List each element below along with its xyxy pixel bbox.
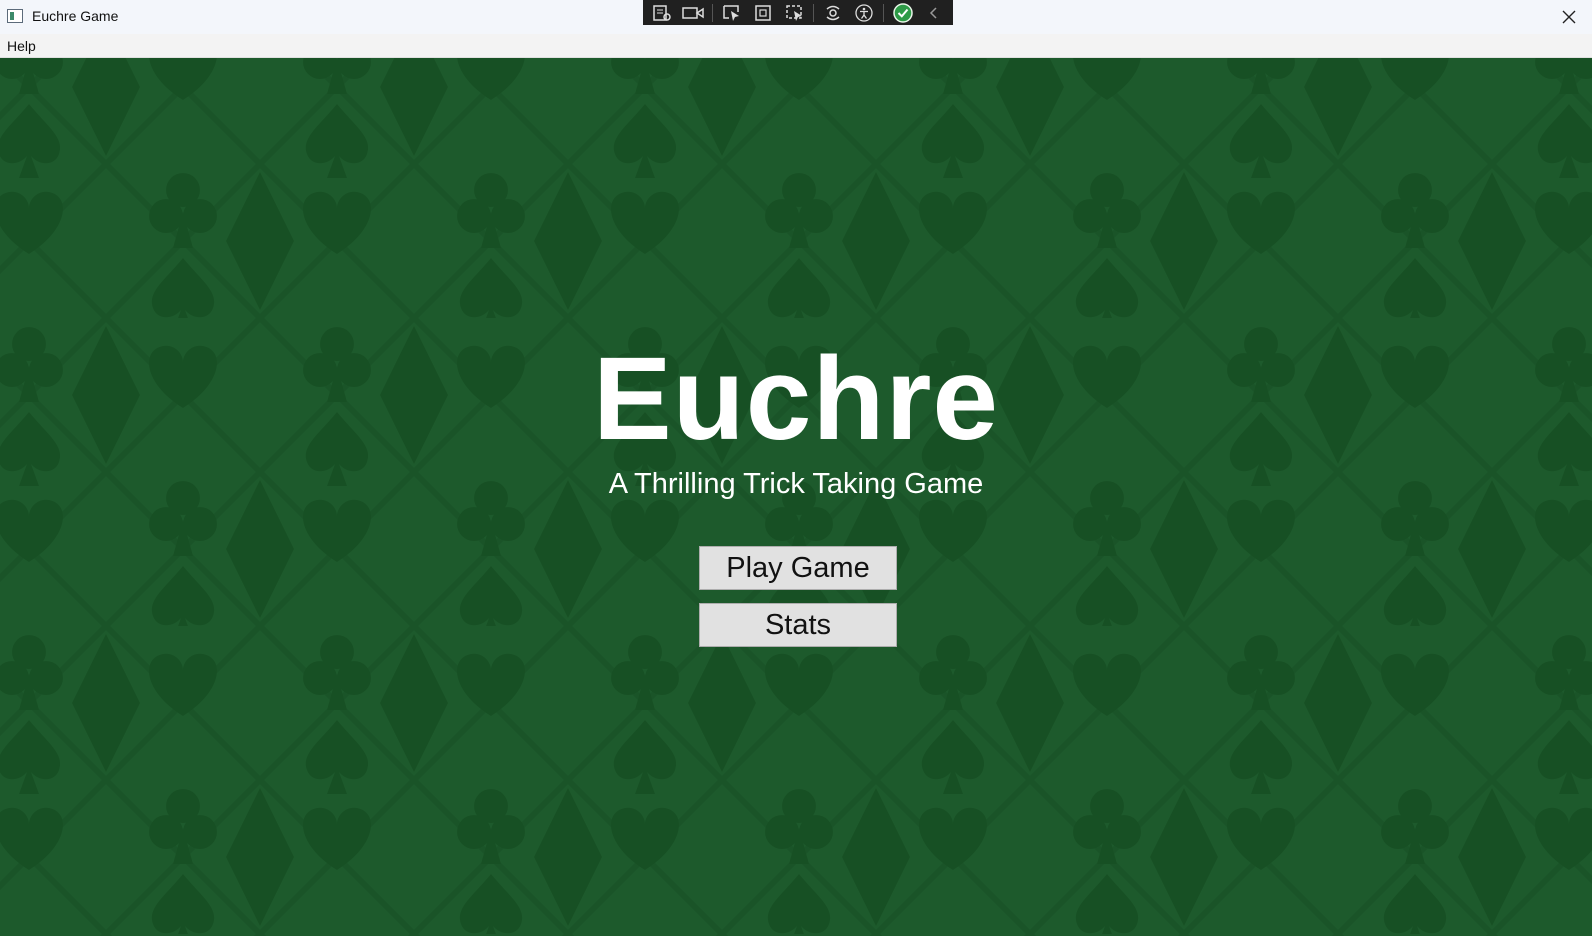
stats-button[interactable]: Stats <box>699 603 897 647</box>
select-element-icon[interactable] <box>719 2 744 24</box>
play-game-button[interactable]: Play Game <box>699 546 897 590</box>
accessibility-icon[interactable] <box>852 2 877 24</box>
toolbar-separator <box>711 3 713 22</box>
track-focus-icon[interactable] <box>782 2 807 24</box>
menu-help[interactable]: Help <box>7 38 36 54</box>
xaml-debug-toolbar <box>643 0 953 25</box>
display-layout-adorners-icon[interactable] <box>750 2 775 24</box>
video-camera-icon[interactable] <box>680 2 705 24</box>
window-title: Euchre Game <box>32 8 119 24</box>
close-button[interactable] <box>1546 0 1592 34</box>
toolbar-separator <box>813 3 815 22</box>
close-icon <box>1562 10 1576 24</box>
title-bar: Euchre Game <box>0 0 1592 34</box>
binding-failures-icon[interactable] <box>820 2 845 24</box>
game-title: Euchre <box>592 333 1000 465</box>
app-icon <box>7 9 23 23</box>
start-screen: Euchre A Thrilling Trick Taking Game Pla… <box>0 58 1592 936</box>
felt-table-background: Euchre A Thrilling Trick Taking Game Pla… <box>0 58 1592 936</box>
collapse-chevron-icon[interactable] <box>922 2 947 24</box>
menu-bar: Help <box>0 34 1592 58</box>
game-subtitle: A Thrilling Trick Taking Game <box>608 468 984 500</box>
toolbar-separator <box>883 3 885 22</box>
live-visual-tree-icon[interactable] <box>649 2 674 24</box>
hot-reload-check-icon[interactable] <box>890 2 915 24</box>
